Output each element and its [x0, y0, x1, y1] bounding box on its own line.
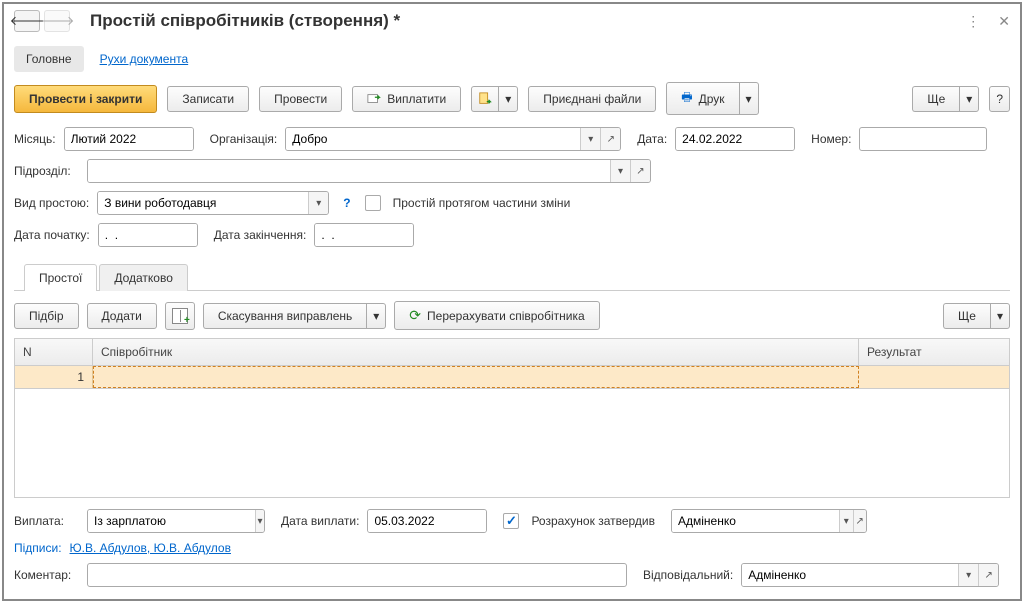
cancel-fix-button[interactable]: Скасування виправлень	[203, 303, 366, 329]
partial-shift-label: Простій протягом частини зміни	[393, 196, 571, 210]
date-input[interactable]	[676, 128, 795, 150]
start-date-input[interactable]	[99, 224, 198, 246]
tab-movements[interactable]: Рухи документа	[88, 46, 201, 72]
more-dropdown[interactable]: ▾	[959, 86, 979, 112]
document-icon	[478, 92, 492, 106]
month-input[interactable]	[65, 128, 194, 150]
dept-dropdown-icon[interactable]: ▾	[610, 160, 630, 182]
dept-label: Підрозділ:	[14, 164, 79, 178]
create-based-button[interactable]	[471, 86, 498, 112]
add-button[interactable]: Додати	[87, 303, 157, 329]
sub-more-dropdown[interactable]: ▾	[990, 303, 1010, 329]
payout-label: Виплата:	[14, 514, 79, 528]
tab-main[interactable]: Головне	[14, 46, 84, 72]
payout-date-label: Дата виплати:	[281, 514, 359, 528]
nav-back-button[interactable]: 🡐	[14, 10, 40, 32]
employees-table: N Співробітник Результат 1	[14, 338, 1010, 498]
close-icon[interactable]: ✕	[998, 13, 1010, 30]
org-input[interactable]	[286, 128, 580, 150]
comment-label: Коментар:	[14, 568, 79, 582]
col-n: N	[15, 339, 93, 365]
date-label: Дата:	[637, 132, 667, 146]
downtime-type-label: Вид простою:	[14, 196, 89, 210]
responsible-input[interactable]	[742, 564, 958, 586]
end-date-input[interactable]	[315, 224, 414, 246]
month-label: Місяць:	[14, 132, 56, 146]
partial-shift-checkbox[interactable]	[365, 195, 381, 211]
more-button[interactable]: Ще	[912, 86, 959, 112]
recalc-button[interactable]: ⟳ Перерахувати співробітника	[394, 301, 599, 330]
table-row[interactable]: 1	[15, 366, 1009, 389]
org-open-icon[interactable]: ↗	[600, 128, 620, 150]
nav-forward-button[interactable]: 🡒	[44, 10, 70, 32]
end-date-label: Дата закінчення:	[214, 228, 307, 242]
col-employee: Співробітник	[93, 339, 859, 365]
create-based-dropdown[interactable]: ▾	[498, 86, 518, 112]
responsible-label: Відповідальний:	[643, 568, 733, 582]
responsible-dropdown-icon[interactable]: ▾	[958, 564, 978, 586]
save-button[interactable]: Записати	[167, 86, 249, 112]
responsible-open-icon[interactable]: ↗	[978, 564, 998, 586]
refresh-icon: ⟳	[409, 307, 421, 324]
sub-more-button[interactable]: Ще	[943, 303, 990, 329]
approved-open-icon[interactable]: ↗	[853, 510, 867, 532]
org-label: Організація:	[210, 132, 278, 146]
payout-dropdown-icon[interactable]: ▾	[255, 510, 264, 532]
pay-icon	[367, 92, 381, 106]
number-label: Номер:	[811, 132, 851, 146]
sub-tab-downtimes[interactable]: Простої	[24, 264, 97, 291]
payout-date-input[interactable]	[368, 510, 487, 532]
sub-tab-additional[interactable]: Додатково	[99, 264, 188, 291]
help-button[interactable]: ?	[989, 86, 1010, 112]
payout-input[interactable]	[88, 510, 255, 532]
cancel-fix-dropdown[interactable]: ▾	[366, 303, 386, 329]
signatures-link[interactable]: Ю.В. Абдулов, Ю.В. Абдулов	[70, 541, 231, 555]
approved-label: Розрахунок затвердив	[531, 514, 655, 528]
menu-icon[interactable]: ⋮	[966, 13, 980, 30]
cell-result	[859, 366, 1009, 388]
pay-button[interactable]: Виплатити	[352, 86, 461, 112]
attached-files-button[interactable]: Приєднані файли	[528, 86, 656, 112]
fill-button[interactable]	[165, 302, 195, 330]
downtime-type-input[interactable]	[98, 192, 308, 214]
printer-icon: 🖶	[681, 88, 692, 109]
post-button[interactable]: Провести	[259, 86, 342, 112]
page-title: Простій співробітників (створення) *	[90, 11, 966, 31]
cell-n: 1	[15, 366, 93, 388]
approved-dropdown-icon[interactable]: ▾	[839, 510, 853, 532]
signatures-label: Підписи:	[14, 541, 62, 555]
print-button[interactable]: 🖶 Друк	[666, 82, 738, 115]
dept-input[interactable]	[88, 160, 610, 182]
comment-input[interactable]	[87, 563, 627, 587]
help-icon[interactable]: ?	[337, 196, 356, 210]
dept-open-icon[interactable]: ↗	[630, 160, 650, 182]
approved-input[interactable]	[672, 510, 839, 532]
approved-checkbox[interactable]	[503, 513, 519, 529]
print-dropdown[interactable]: ▾	[739, 82, 759, 115]
post-and-close-button[interactable]: Провести і закрити	[14, 85, 157, 113]
org-dropdown-icon[interactable]: ▾	[580, 128, 600, 150]
start-date-label: Дата початку:	[14, 228, 90, 242]
select-button[interactable]: Підбір	[14, 303, 79, 329]
grid-plus-icon	[172, 308, 188, 324]
number-input[interactable]	[859, 127, 987, 151]
cell-employee[interactable]	[93, 366, 859, 388]
downtime-type-dropdown-icon[interactable]: ▾	[308, 192, 328, 214]
col-result: Результат	[859, 339, 1009, 365]
